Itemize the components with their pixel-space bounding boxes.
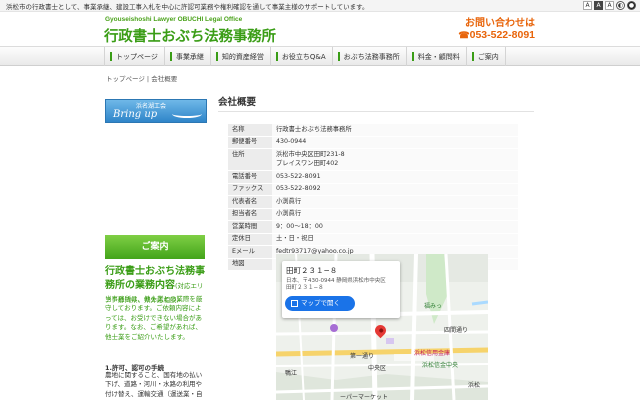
phone-number[interactable]: ☎053-522-8091 xyxy=(458,29,535,41)
nav-label: 料金・顧問料 xyxy=(417,52,460,61)
main-nav: トップページ 事業承継 知的資産経営 お役立ちQ&A おぶち法務事務所 料金・顧… xyxy=(0,46,640,66)
wave-icon xyxy=(172,110,202,118)
row-label: 住所 xyxy=(228,148,272,171)
row-label: 電話番号 xyxy=(228,170,272,184)
map-label-fukumi: 福みっ xyxy=(424,303,443,310)
nav-label: 知的資産経営 xyxy=(221,52,264,61)
nav-marker-icon xyxy=(275,52,278,61)
map-label-hamamatsucho: 浜松信金中央 xyxy=(422,362,459,369)
heading-divider xyxy=(218,111,534,112)
row-value: 小渕眞行 xyxy=(272,195,518,209)
table-row: 電話番号 053-522-8091 xyxy=(228,170,518,184)
row-value: 430-0944 xyxy=(272,136,518,149)
contact-label: お問い合わせは xyxy=(465,18,535,29)
row-value: 053-522-8091 xyxy=(272,170,518,184)
table-row: 郵便番号 430-0944 xyxy=(228,136,518,149)
phone-number-text: 053-522-8091 xyxy=(469,29,535,41)
top-tagline-bar: 浜松市の行政書士として、事業承継、建設工事入札を中心に許認可業務や権利確認を通し… xyxy=(0,0,640,12)
font-size-medium-button[interactable]: A xyxy=(594,1,603,10)
row-label: Eメール xyxy=(228,245,272,259)
row-value: 小渕眞行 xyxy=(272,208,518,221)
map-label-market: ーパーマーケット xyxy=(340,394,388,400)
table-row: 営業時間 9：00～18：00 xyxy=(228,220,518,234)
nav-label: おぶち法務事務所 xyxy=(343,52,400,61)
table-row: 名称 行政書士おぶち法務事務所 xyxy=(228,124,518,137)
nav-marker-icon xyxy=(337,52,340,61)
font-size-large-button[interactable]: A xyxy=(605,1,614,10)
address-line-2: プレイスワン田町402 xyxy=(276,159,339,167)
nav-label: ご案内 xyxy=(477,52,499,61)
page-title: 会社概要 xyxy=(218,97,257,108)
external-link-icon xyxy=(291,300,298,307)
table-row: ファックス 053-522-8092 xyxy=(228,183,518,196)
services-intro: 当事務所は、他士業との業際を厳守しております。ご依頼内容によっては、お受けできな… xyxy=(105,295,203,341)
banner-title: Bring up xyxy=(113,109,158,120)
row-label: 郵便番号 xyxy=(228,136,272,149)
bring-up-banner[interactable]: 浜名湖工会 Bring up xyxy=(105,99,207,123)
row-label: 営業時間 xyxy=(228,220,272,234)
nav-item-succession[interactable]: 事業承継 xyxy=(165,47,211,66)
nav-item-qa[interactable]: お役立ちQ&A xyxy=(271,47,333,66)
company-info-table: 名称 行政書士おぶち法務事務所 郵便番号 430-0944 住所 浜松市中央区田町23… xyxy=(228,124,518,271)
nav-item-intellectual-assets[interactable]: 知的資産経営 xyxy=(211,47,271,66)
open-in-maps-button[interactable]: マップで開く xyxy=(285,296,355,311)
row-value: 浜松市中央区田町231-8 プレイスワン田町402 xyxy=(272,148,518,171)
table-row: 住所 浜松市中央区田町231-8 プレイスワン田町402 xyxy=(228,148,518,171)
nav-item-office[interactable]: おぶち法務事務所 xyxy=(333,47,407,66)
row-label: 担当者名 xyxy=(228,208,272,221)
table-row: 担当者名 小渕眞行 xyxy=(228,208,518,221)
row-value: 行政書士おぶち法務事務所 xyxy=(272,124,518,137)
site-subtitle: Gyouseishoshi Lawyer OBUCHI Legal Office xyxy=(105,16,243,23)
nav-item-fees[interactable]: 料金・顧問料 xyxy=(407,47,467,66)
accessibility-controls: A A A ◐ ● xyxy=(583,1,636,10)
nav-marker-icon xyxy=(215,52,218,61)
breadcrumb[interactable]: トップページ | 会社概要 xyxy=(106,73,177,83)
row-value: 053-522-8092 xyxy=(272,183,518,196)
address-line-1: 浜松市中央区田町231-8 xyxy=(276,151,345,158)
nav-marker-icon xyxy=(110,52,112,61)
guide-button[interactable]: ご案内 xyxy=(105,235,205,259)
contrast-toggle-icon[interactable]: ◐ xyxy=(616,1,625,10)
nav-label: お役立ちQ&A xyxy=(281,52,326,61)
row-value: 9：00～18：00 xyxy=(272,220,518,234)
phone-icon: ☎ xyxy=(458,30,470,40)
nav-marker-icon xyxy=(471,52,474,61)
permit-section-body: 農地に関すること、国有地の払い下げ、道路・河川・水路の利用や付け替え、運輸交通（… xyxy=(105,371,203,398)
font-size-small-button[interactable]: A xyxy=(583,1,592,10)
map-label-aikawa: 鴨江 xyxy=(285,370,298,377)
table-row: 定休日 土・日・祝日 xyxy=(228,233,518,246)
dark-mode-icon[interactable]: ● xyxy=(627,1,636,10)
nav-label: トップページ xyxy=(116,52,158,61)
map-card-title: 田町２３１−８ xyxy=(286,266,338,275)
row-label: 地図 xyxy=(228,258,272,271)
map-label-chuoku: 中央区 xyxy=(368,365,387,372)
table-row: 代表者名 小渕眞行 xyxy=(228,195,518,209)
nav-label: 事業承継 xyxy=(175,52,204,61)
row-label: ファックス xyxy=(228,183,272,196)
map-info-card: 田町２３１−８ 日本、〒430-0944 静岡県浜松市中央区 田町２３１−８ マ… xyxy=(282,261,400,318)
nav-item-guide[interactable]: ご案内 xyxy=(467,47,506,66)
row-value: 土・日・祝日 xyxy=(272,233,518,246)
site-tagline: 浜松市の行政書士として、事業承継、建設工事入札を中心に許認可業務や権利確認を通し… xyxy=(6,3,369,11)
map-label-hamamatsu: 浜松 xyxy=(468,382,481,389)
open-in-maps-label: マップで開く xyxy=(301,299,340,307)
map-label-bank: 浜松信用金庫 xyxy=(414,350,451,357)
row-label: 名称 xyxy=(228,124,272,137)
nav-item-top[interactable]: トップページ xyxy=(104,47,165,66)
nav-marker-icon xyxy=(169,52,172,61)
site-title-link[interactable]: 行政書士おぶち法務事務所 xyxy=(104,25,276,46)
map-label-shijimi: 四間通り xyxy=(444,327,469,334)
nav-marker-icon xyxy=(411,52,414,61)
map-card-address-2: 田町２３１−８ xyxy=(286,285,324,291)
map-label-ichibandori: 第一通り xyxy=(350,353,375,360)
row-label: 定休日 xyxy=(228,233,272,246)
row-label: 代表者名 xyxy=(228,195,272,209)
